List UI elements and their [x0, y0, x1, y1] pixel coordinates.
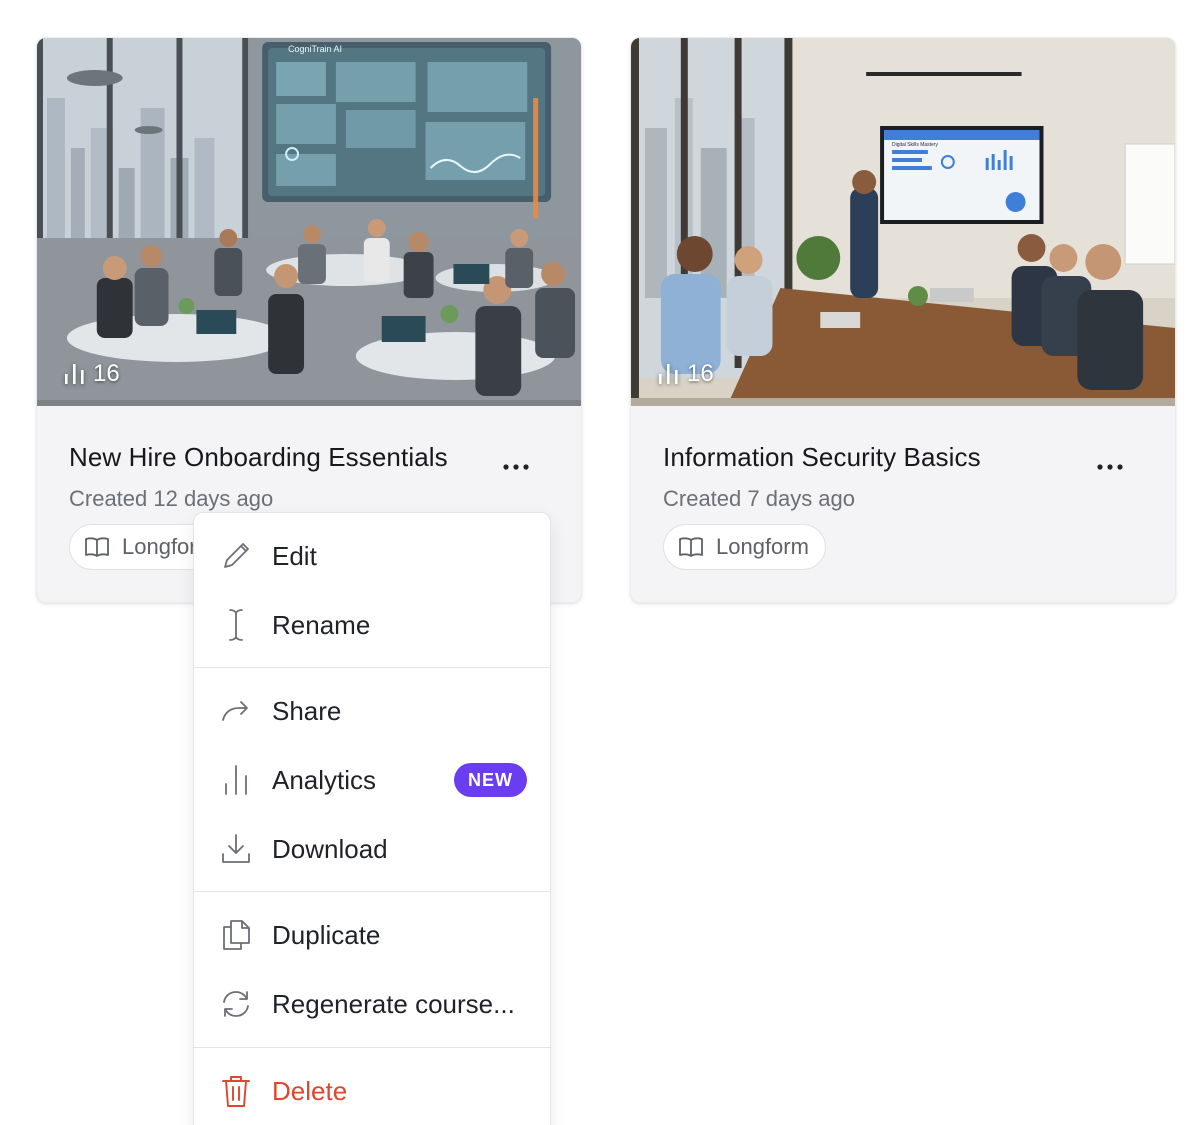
menu-item-label: Analytics	[272, 764, 377, 795]
format-pill: Longform	[663, 524, 826, 570]
book-icon	[679, 537, 703, 557]
more-icon	[1097, 464, 1123, 470]
course-title[interactable]: Information Security Basics	[663, 442, 981, 473]
view-count-value: 16	[687, 360, 714, 387]
image-screen-text: Digital Skills Mastery	[892, 142, 938, 148]
menu-item-rename[interactable]: Rename	[194, 593, 550, 657]
menu-divider	[194, 667, 550, 668]
menu-item-label: Share	[272, 695, 342, 726]
image-brand-text: CogniTrain AI	[288, 44, 342, 54]
menu-item-delete[interactable]: Delete	[194, 1059, 550, 1123]
new-badge: NEW	[454, 763, 527, 797]
analytics-icon	[218, 762, 254, 798]
menu-item-label: Delete	[272, 1075, 348, 1106]
created-date: Created 7 days ago	[663, 486, 856, 511]
menu-item-duplicate[interactable]: Duplicate	[194, 903, 550, 967]
pencil-icon	[218, 538, 254, 574]
menu-item-download[interactable]: Download	[194, 817, 550, 881]
book-icon	[85, 537, 109, 557]
created-date: Created 12 days ago	[69, 486, 274, 511]
menu-item-regenerate[interactable]: Regenerate course...	[194, 972, 550, 1036]
course-card[interactable]: Digital Skills Mastery 16 Information Se…	[630, 37, 1176, 603]
more-options-button[interactable]	[1093, 456, 1127, 478]
menu-item-share[interactable]: Share	[194, 679, 550, 743]
bar-chart-icon	[659, 364, 678, 384]
menu-item-label: Duplicate	[272, 919, 381, 950]
bar-chart-icon	[65, 364, 84, 384]
trash-icon	[218, 1073, 254, 1109]
share-arrow-icon	[218, 693, 254, 729]
course-title[interactable]: New Hire Onboarding Essentials	[69, 442, 448, 473]
course-image: CogniTrain AI	[37, 38, 581, 406]
refresh-icon	[218, 986, 254, 1022]
menu-item-label: Rename	[272, 609, 371, 640]
download-icon	[218, 831, 254, 867]
menu-item-label: Regenerate course...	[272, 988, 515, 1019]
menu-item-analytics[interactable]: Analytics NEW	[194, 748, 550, 812]
course-thumbnail[interactable]: Digital Skills Mastery 16	[631, 38, 1175, 406]
view-count-value: 16	[93, 360, 120, 387]
menu-divider	[194, 891, 550, 892]
text-cursor-icon	[218, 607, 254, 643]
more-options-button[interactable]	[499, 456, 533, 478]
menu-item-label: Download	[272, 833, 388, 864]
menu-divider	[194, 1047, 550, 1048]
duplicate-icon	[218, 917, 254, 953]
course-grid: CogniTrain AI 16 New Hire Onboarding Ess…	[0, 0, 1200, 1125]
menu-item-edit[interactable]: Edit	[194, 524, 550, 588]
menu-item-label: Edit	[272, 540, 317, 571]
view-count: 16	[657, 362, 714, 386]
course-context-menu: Edit Rename Share Analytics NEW Download…	[193, 512, 551, 1125]
view-count: 16	[63, 362, 120, 386]
format-label: Longform	[716, 534, 809, 559]
course-image: Digital Skills Mastery	[631, 38, 1175, 406]
course-thumbnail[interactable]: CogniTrain AI 16	[37, 38, 581, 406]
more-icon	[503, 464, 529, 470]
